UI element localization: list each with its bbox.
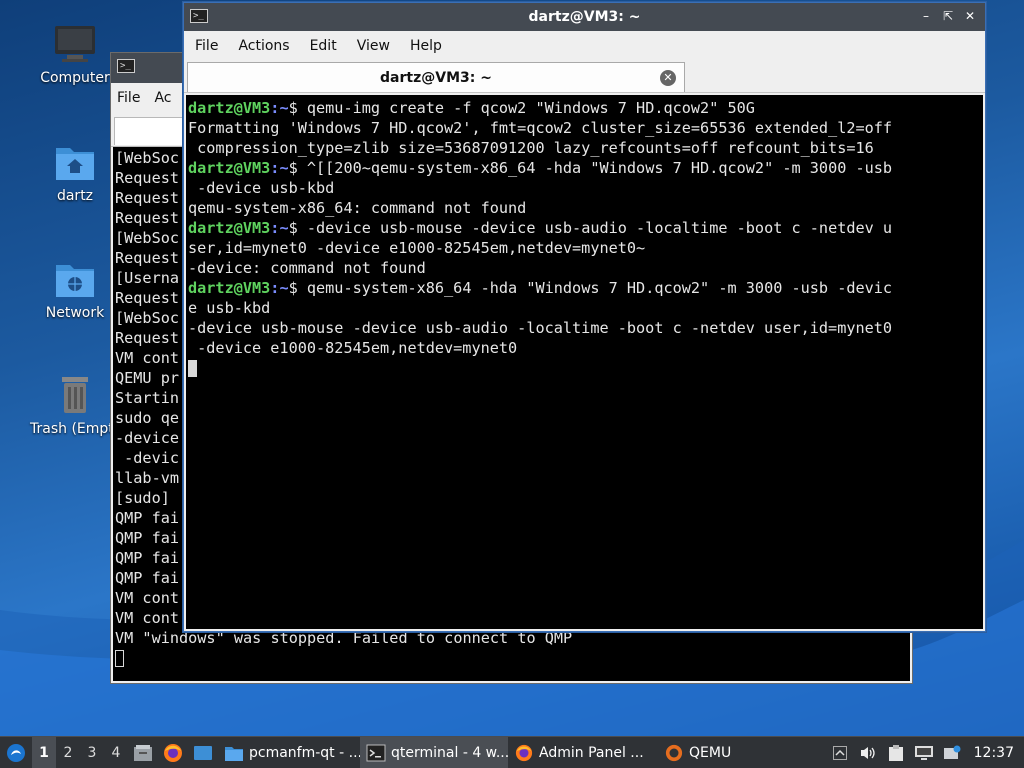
folder-icon <box>225 746 243 761</box>
menu-actions[interactable]: Actions <box>238 38 289 54</box>
desktop-icon-label: Trash (Empty) <box>30 421 128 437</box>
prompt-user: dartz@VM3 <box>188 279 271 297</box>
file-manager-icon <box>134 744 152 761</box>
trash-icon <box>53 373 97 417</box>
terminal-output[interactable]: dartz@VM3:~$ qemu-img create -f qcow2 "W… <box>186 95 983 629</box>
task-label: pcmanfm-qt - ... <box>249 744 360 761</box>
prompt-user: dartz@VM3 <box>188 99 271 117</box>
terminal-output-line: compression_type=zlib size=53687091200 l… <box>188 139 874 157</box>
workspace-3[interactable]: 3 <box>80 737 104 768</box>
terminal-prompt-line: dartz@VM3:~$ qemu-system-x86_64 -hda "Wi… <box>188 278 981 298</box>
prompt-path: :~ <box>270 219 289 237</box>
computer-icon <box>53 22 97 66</box>
terminal-prompt-line: dartz@VM3:~$ ^[[200~qemu-system-x86_64 -… <box>188 158 981 178</box>
close-button[interactable]: ✕ <box>963 8 977 24</box>
tab-label: dartz@VM3: ~ <box>380 70 492 86</box>
menu-actions[interactable]: Ac <box>154 90 171 106</box>
terminal-output-line: ser,id=mynet0 -device e1000-82545em,netd… <box>188 239 646 257</box>
terminal-cursor <box>115 648 908 668</box>
terminal-output-line: qemu-system-x86_64: command not found <box>188 199 527 217</box>
command-text: $ ^[[200~qemu-system-x86_64 -hda "Window… <box>288 159 893 177</box>
tab-bar: dartz@VM3: ~ ✕ <box>184 61 985 93</box>
terminal-output-line: Formatting 'Windows 7 HD.qcow2', fmt=qco… <box>188 119 893 137</box>
menu-edit[interactable]: Edit <box>310 38 337 54</box>
qemu-icon <box>665 744 683 761</box>
tray-up-arrow-icon[interactable] <box>826 737 854 768</box>
terminal-prompt-line: dartz@VM3:~$ qemu-img create -f qcow2 "W… <box>188 98 981 118</box>
prompt-user: dartz@VM3 <box>188 219 271 237</box>
workspace-1[interactable]: 1 <box>32 736 56 768</box>
terminal-icon <box>366 744 386 761</box>
network-folder-icon <box>53 257 97 301</box>
task-qterminal[interactable]: qterminal - 4 w... <box>360 736 508 768</box>
terminal-output-line: e usb-kbd <box>188 299 271 317</box>
command-text: $ qemu-system-x86_64 -hda "Windows 7 HD.… <box>288 279 893 297</box>
task-label: Admin Panel ... <box>539 744 644 761</box>
volume-icon[interactable] <box>854 737 882 768</box>
window-title: dartz@VM3: ~ <box>528 9 641 25</box>
prompt-user: dartz@VM3 <box>188 159 271 177</box>
firefox-icon <box>164 743 182 762</box>
terminal-output-line: -device usb-kbd <box>188 179 335 197</box>
menu-help[interactable]: Help <box>410 38 442 54</box>
firefox-icon <box>515 744 533 761</box>
menu-view[interactable]: View <box>357 38 390 54</box>
task-pcmanfm[interactable]: pcmanfm-qt - ... <box>218 737 360 768</box>
update-notifier-icon[interactable] <box>938 737 966 768</box>
maximize-button[interactable]: ⇱ <box>941 8 955 24</box>
clock[interactable]: 12:37 <box>966 745 1024 761</box>
home-folder-icon <box>53 140 97 184</box>
clipboard-icon[interactable] <box>882 737 910 768</box>
command-text: $ qemu-img create -f qcow2 "Windows 7 HD… <box>288 99 755 117</box>
menu-file[interactable]: File <box>117 90 140 106</box>
task-firefox[interactable]: Admin Panel ... <box>508 737 658 768</box>
quicklaunch-files[interactable] <box>128 737 158 768</box>
desktop-icon-label: Computer <box>40 70 110 86</box>
taskbar: 1 2 3 4 pcmanfm-qt - ... qterminal - 4 w… <box>0 736 1024 768</box>
desktop-icon-network[interactable]: Network <box>30 257 120 321</box>
terminal-tab[interactable]: dartz@VM3: ~ ✕ <box>187 62 685 92</box>
window-titlebar[interactable]: >_ dartz@VM3: ~ – ⇱ ✕ <box>184 3 985 31</box>
network-monitor-icon[interactable] <box>910 737 938 768</box>
system-tray: 12:37 <box>826 737 1024 768</box>
task-qemu[interactable]: QEMU <box>658 737 758 768</box>
show-desktop-icon <box>194 745 212 760</box>
prompt-path: :~ <box>270 159 289 177</box>
task-label: qterminal - 4 w... <box>391 744 508 761</box>
workspace-2[interactable]: 2 <box>56 737 80 768</box>
terminal-cursor <box>188 358 981 378</box>
desktop-icon-computer[interactable]: Computer <box>30 22 120 86</box>
minimize-button[interactable]: – <box>919 8 933 24</box>
desktop-icon-trash[interactable]: Trash (Empty) <box>30 373 128 437</box>
task-label: QEMU <box>689 744 732 761</box>
desktop-icon-home[interactable]: dartz <box>30 140 120 204</box>
quicklaunch-firefox[interactable] <box>158 737 188 768</box>
terminal-output-line: -device e1000-82545em,netdev=mynet0 <box>188 339 518 357</box>
menu-bar: File Actions Edit View Help <box>184 31 985 61</box>
terminal-window[interactable]: >_ dartz@VM3: ~ – ⇱ ✕ File Actions Edit … <box>183 2 986 632</box>
lxqt-logo-icon <box>7 743 25 762</box>
workspace-4[interactable]: 4 <box>104 737 128 768</box>
prompt-path: :~ <box>270 279 289 297</box>
desktop-icon-label: dartz <box>56 188 94 204</box>
tab-close-icon[interactable]: ✕ <box>660 70 676 86</box>
menu-file[interactable]: File <box>195 38 218 54</box>
start-menu-button[interactable] <box>0 737 32 768</box>
prompt-path: :~ <box>270 99 289 117</box>
terminal-icon: >_ <box>117 59 135 73</box>
command-text: $ -device usb-mouse -device usb-audio -l… <box>288 219 893 237</box>
terminal-prompt-line: dartz@VM3:~$ -device usb-mouse -device u… <box>188 218 981 238</box>
terminal-output-line: -device usb-mouse -device usb-audio -loc… <box>188 319 893 337</box>
terminal-output-line: -device: command not found <box>188 259 426 277</box>
quicklaunch-desktop[interactable] <box>188 737 218 768</box>
desktop-icon-label: Network <box>45 305 105 321</box>
